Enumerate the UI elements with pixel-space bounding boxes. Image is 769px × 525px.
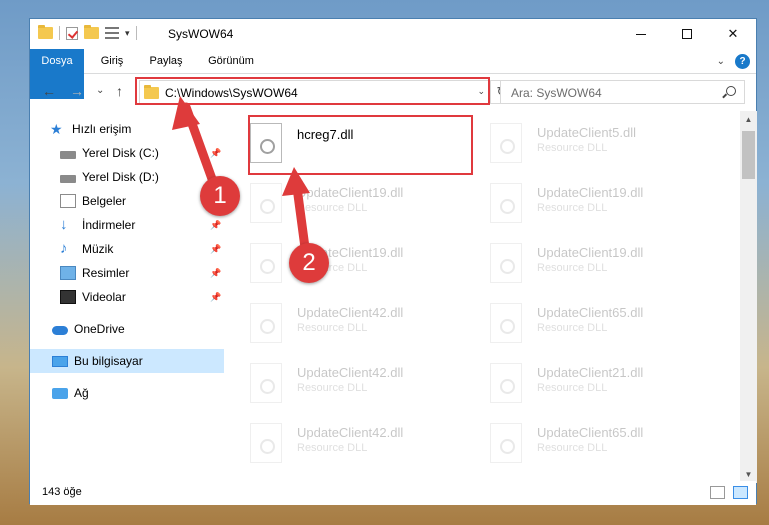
step-2-badge: 2 xyxy=(289,243,329,283)
arrow-2 xyxy=(282,167,311,260)
annotation-arrows xyxy=(172,96,311,260)
step-1-badge: 1 xyxy=(200,176,240,216)
arrow-1 xyxy=(172,96,221,195)
